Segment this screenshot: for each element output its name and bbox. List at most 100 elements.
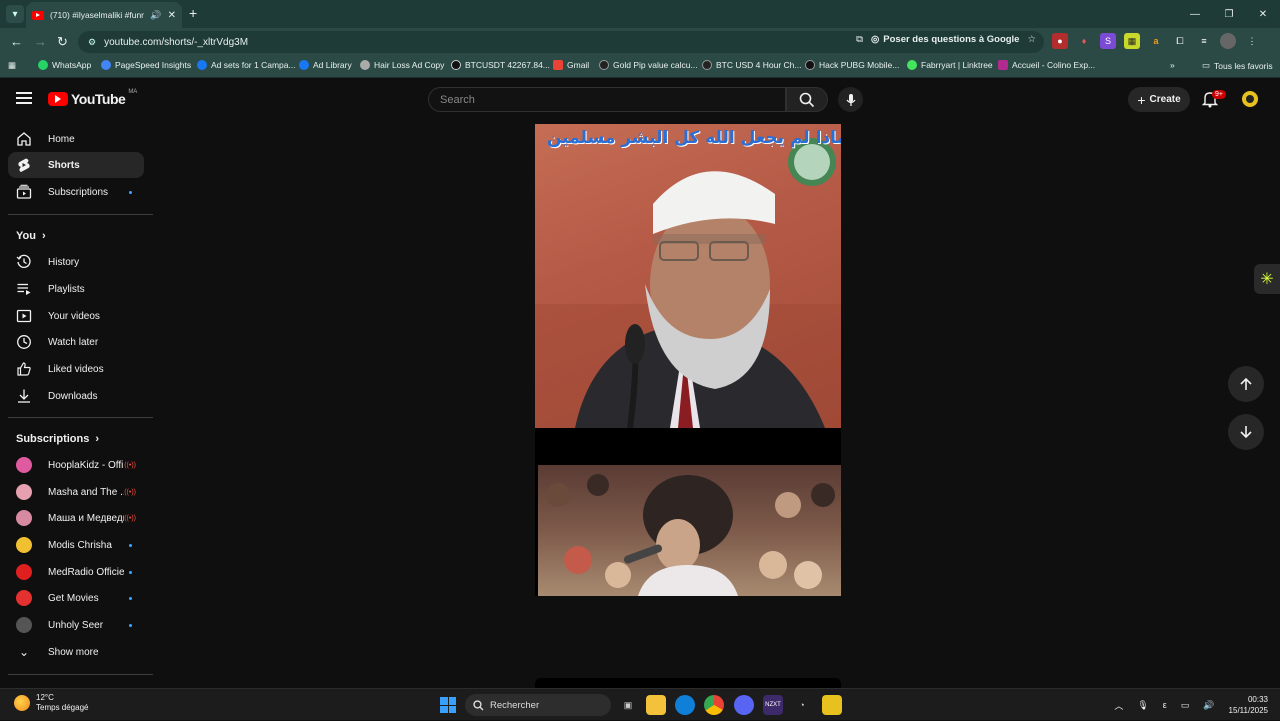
- previous-short-button[interactable]: [1228, 366, 1264, 402]
- channel-avatar: [16, 617, 32, 633]
- sidebar-item-playlists[interactable]: Playlists: [8, 276, 144, 302]
- extension-grid-icon[interactable]: ▦: [1124, 33, 1140, 49]
- tray-overflow-icon[interactable]: ︿: [1114, 699, 1123, 712]
- temperature: 12°C: [36, 693, 54, 702]
- all-bookmarks[interactable]: ▭ Tous les favoris: [1202, 60, 1273, 71]
- sidebar-channel-modis[interactable]: Modis Chrisha: [8, 532, 144, 558]
- bookmark-btcusdt[interactable]: BTCUSDT 42267.84...: [451, 60, 550, 70]
- sidebar-item-home[interactable]: Home: [8, 126, 144, 152]
- site-icon: [805, 60, 815, 70]
- new-content-dot: [129, 623, 132, 627]
- more-bookmarks-icon[interactable]: »: [1170, 60, 1175, 70]
- search-input[interactable]: Search: [428, 87, 786, 112]
- site-info-icon[interactable]: ⚙: [88, 37, 96, 48]
- bookmark-pagespeed[interactable]: PageSpeed Insights: [101, 60, 191, 70]
- bookmark-linktree[interactable]: Fabrryart | Linktree: [907, 60, 993, 70]
- forward-button[interactable]: →: [34, 34, 47, 49]
- sidebar-item-your-videos[interactable]: Your videos: [8, 303, 144, 329]
- account-avatar[interactable]: [1240, 89, 1260, 109]
- windows-start-icon[interactable]: [440, 697, 456, 713]
- profile-avatar-icon[interactable]: [1220, 33, 1236, 49]
- close-tab-icon[interactable]: ✕: [168, 10, 176, 21]
- voice-search-button[interactable]: [838, 87, 863, 112]
- app-yellow-icon[interactable]: [822, 695, 842, 715]
- reload-button[interactable]: ↻: [57, 34, 68, 50]
- extension-s-icon[interactable]: S: [1100, 33, 1116, 49]
- next-short-button[interactable]: [1228, 414, 1264, 450]
- weather-widget[interactable]: 12°C Temps dégagé: [14, 693, 88, 713]
- chrome-menu-icon[interactable]: ⋮: [1244, 33, 1260, 49]
- address-bar[interactable]: ⚙ youtube.com/shorts/-_xltrVdg3M ⧉ ◎ Pos…: [78, 31, 1044, 53]
- nzxt-icon[interactable]: NZXT: [763, 695, 783, 715]
- cast-icon[interactable]: ⧉: [856, 34, 863, 45]
- new-tab-button[interactable]: +: [189, 5, 197, 21]
- search-button[interactable]: [786, 87, 828, 112]
- create-button[interactable]: + Create: [1128, 87, 1190, 112]
- short-video-player[interactable]: لماذا لم يجعل الله كل البشر مسلمين: [535, 124, 841, 596]
- sidebar-channel-unholy-seer[interactable]: Unholy Seer: [8, 612, 144, 638]
- reading-list-icon[interactable]: ≡: [1196, 33, 1212, 49]
- sidebar-item-liked-videos[interactable]: Liked videos: [8, 356, 144, 382]
- chevron-right-icon: ›: [41, 230, 46, 242]
- bookmark-ad-sets[interactable]: Ad sets for 1 Campa...: [197, 60, 296, 70]
- bookmark-colino[interactable]: Accueil - Colino Exp...: [998, 60, 1095, 70]
- taskbar-search[interactable]: Rechercher: [465, 694, 611, 716]
- next-short-preview[interactable]: [535, 678, 841, 688]
- clock[interactable]: 00:33 15/11/2025: [1229, 694, 1268, 716]
- close-window-button[interactable]: ✕: [1246, 0, 1280, 28]
- sidebar-item-subscriptions[interactable]: Subscriptions: [8, 179, 144, 205]
- sidebar-show-more[interactable]: ⌄ Show more: [8, 639, 144, 665]
- chrome-icon[interactable]: [704, 695, 724, 715]
- sidebar-channel-get-movies[interactable]: Get Movies: [8, 585, 144, 611]
- sidebar-you-header[interactable]: You ›: [16, 230, 46, 242]
- network-icon[interactable]: ▭: [1181, 700, 1190, 711]
- edge-icon[interactable]: [675, 695, 695, 715]
- google-lens-button[interactable]: ◎ Poser des questions à Google: [871, 34, 1020, 45]
- speaker-icon[interactable]: 🔊: [150, 10, 161, 21]
- sidebar-item-watch-later[interactable]: Watch later: [8, 329, 144, 355]
- sidebar-item-downloads[interactable]: Downloads: [8, 383, 144, 409]
- bookmark-hair-loss[interactable]: Hair Loss Ad Copy: [360, 60, 444, 70]
- sidebar-item-history[interactable]: History: [8, 249, 144, 275]
- microphone-icon[interactable]: 🎙: [1137, 700, 1148, 711]
- file-explorer-icon[interactable]: [646, 695, 666, 715]
- channel-avatar: [16, 537, 32, 553]
- apps-grid-icon[interactable]: ▦: [8, 60, 16, 71]
- amazon-extension-icon[interactable]: a: [1148, 33, 1164, 49]
- restore-button[interactable]: ❐: [1212, 0, 1246, 28]
- bookmark-gmail[interactable]: Gmail: [553, 60, 589, 70]
- back-button[interactable]: ←: [10, 34, 23, 49]
- extension-side-panel-icon[interactable]: ✳: [1254, 264, 1280, 294]
- speaker-illustration: [535, 138, 841, 429]
- minimize-button[interactable]: —: [1178, 0, 1212, 28]
- volume-icon[interactable]: 🔊: [1203, 700, 1214, 711]
- bookmark-ad-library[interactable]: Ad Library: [299, 60, 352, 70]
- keyboard-layout[interactable]: ε: [1163, 700, 1167, 710]
- channel-name: Get Movies: [48, 592, 99, 604]
- extension-1-icon[interactable]: ●: [1052, 33, 1068, 49]
- sidebar-channel-hooplakidz[interactable]: HooplaKidz - Offi... ((•)): [8, 452, 144, 478]
- extension-2-icon[interactable]: ♦: [1076, 33, 1092, 49]
- browser-tab-bar: ▾ (710) #ilyaselmaliki #funny 🔊 ✕ + — ❐ …: [0, 0, 1280, 28]
- bookmark-btc-usd[interactable]: BTC USD 4 Hour Ch...: [702, 60, 802, 70]
- browser-toolbar: ← → ↻ ⚙ youtube.com/shorts/-_xltrVdg3M ⧉…: [0, 28, 1280, 56]
- sidebar-item-shorts[interactable]: Shorts: [8, 152, 144, 178]
- extensions-puzzle-icon[interactable]: ⧠: [1172, 33, 1188, 49]
- sidebar-channel-medradio[interactable]: MedRadio Officiel: [8, 559, 144, 585]
- bookmark-pubg[interactable]: Hack PUBG Mobile...: [805, 60, 899, 70]
- you-label: You: [16, 230, 36, 242]
- task-view-icon[interactable]: ▣: [618, 695, 638, 715]
- youtube-logo[interactable]: YouTube MA: [48, 89, 137, 107]
- browser-tab[interactable]: (710) #ilyaselmaliki #funny 🔊 ✕: [26, 2, 182, 28]
- discord-icon[interactable]: [734, 695, 754, 715]
- sidebar-channel-masha-ru[interactable]: Маша и Медведь ((•)): [8, 505, 144, 531]
- sidebar-channel-masha[interactable]: Masha and The ... ((•)): [8, 479, 144, 505]
- menu-icon[interactable]: [16, 92, 32, 104]
- sidebar-subscriptions-header[interactable]: Subscriptions ›: [16, 433, 99, 445]
- gmail-icon: [553, 60, 563, 70]
- bookmark-whatsapp[interactable]: WhatsApp: [38, 60, 91, 70]
- speed-icon[interactable]: ◔: [792, 695, 812, 715]
- bookmark-gold-pip[interactable]: Gold Pip value calcu...: [599, 60, 698, 70]
- tab-search-button[interactable]: ▾: [6, 5, 24, 23]
- bookmark-star-icon[interactable]: ☆: [1027, 34, 1036, 45]
